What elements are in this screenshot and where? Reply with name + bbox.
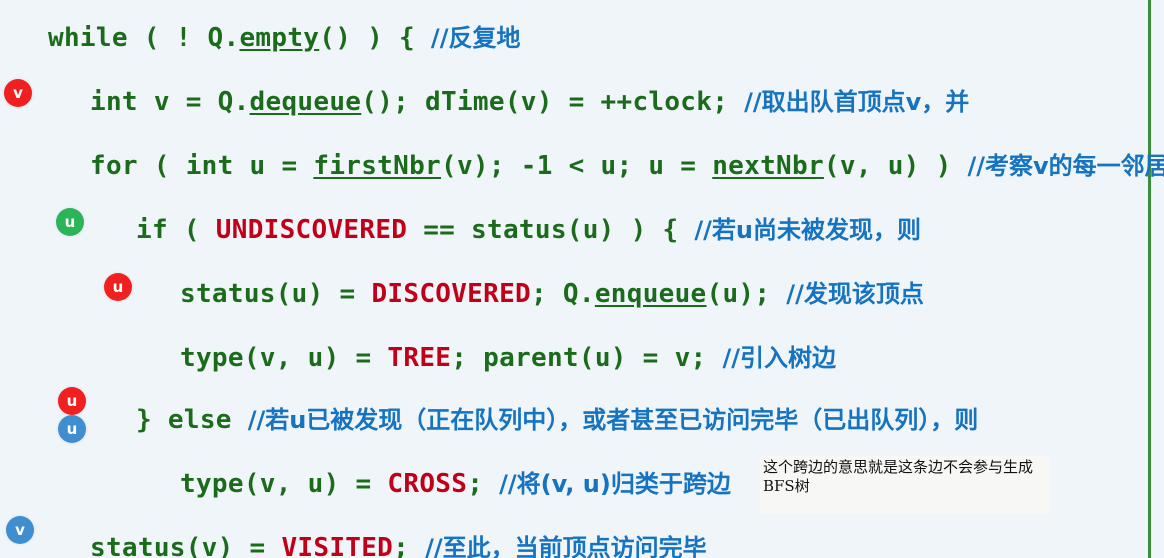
line-tree-plain-0: type(v, u) = bbox=[180, 343, 388, 373]
line-discovered-comment-5: //发现该顶点 bbox=[786, 280, 924, 308]
line-tree-comment-3: //引入树边 bbox=[722, 344, 836, 372]
line-for-method-3: nextNbr bbox=[712, 151, 824, 181]
line-cross-plain-2: ; bbox=[467, 469, 500, 499]
line-else-comment-1: //若u已被发现（正在队列中），或者甚至已访问完毕（已出队列），则 bbox=[247, 406, 979, 434]
line-if-plain-2: == status(u) ) { bbox=[407, 215, 695, 245]
line-for-plain-2: (v); -1 < u; u = bbox=[441, 151, 713, 181]
line-discovered-constant-1: DISCOVERED bbox=[371, 279, 531, 309]
line-dequeue-comment-3: //取出队首顶点v，并 bbox=[744, 88, 970, 116]
line-discovered-plain-0: status(u) = bbox=[180, 279, 372, 309]
right-edge-rule bbox=[1148, 0, 1151, 558]
line-if-constant-1: UNDISCOVERED bbox=[215, 215, 408, 245]
badge-u-else-blue[interactable]: u bbox=[58, 415, 86, 443]
line-cross-comment-3: //将(v, u)归类于跨边 bbox=[499, 470, 731, 498]
line-dequeue: int v = Q.dequeue(); dTime(v) = ++clock;… bbox=[90, 82, 969, 117]
line-discovered-plain-4: (u); bbox=[706, 279, 787, 309]
line-if: if ( UNDISCOVERED == status(u) ) { //若u尚… bbox=[136, 210, 921, 245]
line-visited-plain-0: status(v) = bbox=[90, 533, 282, 558]
line-while-plain-0: while ( ! Q. bbox=[48, 23, 240, 53]
line-visited-plain-2: ; bbox=[393, 533, 426, 558]
line-tree: type(v, u) = TREE; parent(u) = v; //引入树边 bbox=[180, 338, 836, 373]
badge-v-dequeue[interactable]: v bbox=[4, 79, 32, 107]
line-for-comment-5: //考察v的每一邻居u bbox=[967, 152, 1164, 180]
line-for-plain-4: (v, u) ) bbox=[823, 151, 968, 181]
line-if-comment-3: //若u尚未被发现，则 bbox=[694, 216, 922, 244]
line-else-plain-0: } else bbox=[136, 405, 248, 435]
line-while-method-1: empty bbox=[239, 23, 320, 53]
line-for-plain-0: for ( int u = bbox=[90, 151, 314, 181]
line-cross: type(v, u) = CROSS; //将(v, u)归类于跨边 bbox=[180, 464, 731, 499]
line-visited-constant-1: VISITED bbox=[281, 533, 394, 558]
line-dequeue-plain-0: int v = Q. bbox=[90, 87, 250, 117]
badge-u-discovered[interactable]: u bbox=[104, 273, 132, 301]
line-while-plain-2: () ) { bbox=[319, 23, 431, 53]
line-discovered-plain-2: ; Q. bbox=[531, 279, 595, 309]
line-for: for ( int u = firstNbr(v); -1 < u; u = n… bbox=[90, 146, 1164, 181]
line-if-plain-0: if ( bbox=[136, 215, 216, 245]
line-visited: status(v) = VISITED; //至此，当前顶点访问完毕 bbox=[90, 528, 707, 558]
line-while-comment-3: //反复地 bbox=[430, 24, 521, 52]
line-tree-constant-1: TREE bbox=[387, 343, 452, 373]
line-cross-constant-1: CROSS bbox=[387, 469, 468, 499]
slide-canvas: while ( ! Q.empty() ) { //反复地 int v = Q.d… bbox=[0, 0, 1164, 558]
line-else: } else //若u已被发现（正在队列中），或者甚至已访问完毕（已出队列），则 bbox=[136, 400, 978, 435]
cross-edge-annotation-tooltip: 这个跨边的意思就是这条边不会参与生成BFS树 bbox=[760, 456, 1050, 514]
line-visited-comment-3: //至此，当前顶点访问完毕 bbox=[425, 534, 707, 558]
line-for-method-1: firstNbr bbox=[313, 151, 441, 181]
line-tree-plain-2: ; parent(u) = v; bbox=[451, 343, 723, 373]
line-cross-plain-0: type(v, u) = bbox=[180, 469, 388, 499]
line-while: while ( ! Q.empty() ) { //反复地 bbox=[48, 18, 520, 53]
line-dequeue-plain-2: (); dTime(v) = ++clock; bbox=[361, 87, 745, 117]
badge-u-if[interactable]: u bbox=[56, 208, 84, 236]
badge-u-else-red[interactable]: u bbox=[58, 387, 86, 415]
line-discovered-method-3: enqueue bbox=[594, 279, 707, 309]
badge-v-visited[interactable]: v bbox=[6, 516, 34, 544]
line-dequeue-method-1: dequeue bbox=[249, 87, 362, 117]
line-discovered: status(u) = DISCOVERED; Q.enqueue(u); //… bbox=[180, 274, 924, 309]
